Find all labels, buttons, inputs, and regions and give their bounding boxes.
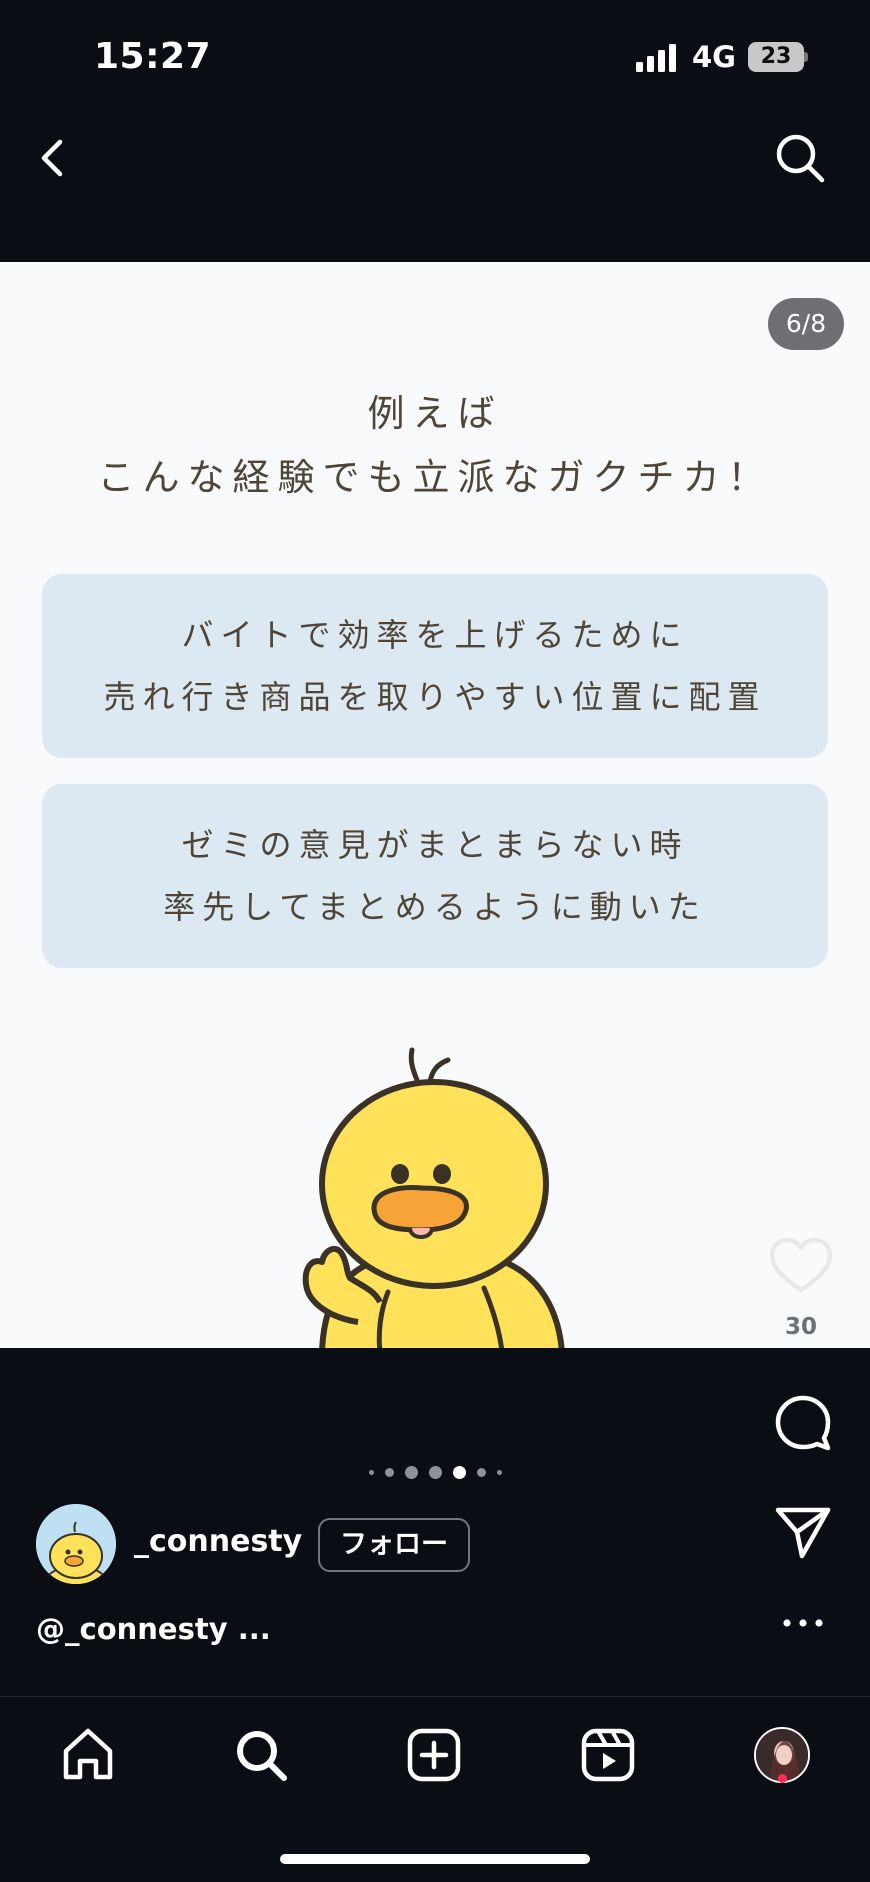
status-time: 15:27 — [94, 36, 212, 77]
example-card-line2: 売れ行き商品を取りやすい位置に配置 — [103, 678, 767, 716]
post-image[interactable]: 6/8 例えば こんな経験でも立派なガクチカ！ バイトで効率を上げるために 売れ… — [0, 262, 870, 1348]
carousel-dot — [476, 1467, 486, 1477]
home-icon[interactable] — [58, 1725, 118, 1785]
signal-icon — [636, 44, 676, 72]
heart-icon[interactable] — [768, 1236, 834, 1296]
battery-tip — [804, 52, 808, 62]
battery-icon: 23 — [748, 42, 808, 72]
follow-button[interactable]: フォロー — [318, 1518, 470, 1572]
carousel-dot — [428, 1465, 442, 1479]
example-card: ゼミの意見がまとまらない時 率先してまとめるように動いた — [42, 784, 828, 968]
post-caption[interactable]: @_connesty ... — [36, 1612, 271, 1646]
slide-title: 例えば こんな経験でも立派なガクチカ！ — [0, 382, 870, 510]
slide-title-line2: こんな経験でも立派なガクチカ！ — [97, 456, 773, 499]
carousel-dot — [384, 1467, 394, 1477]
more-horizontal-icon[interactable] — [778, 1606, 828, 1640]
example-card-line1: ゼミの意見がまとまらない時 — [181, 826, 689, 864]
create-icon[interactable] — [404, 1725, 464, 1785]
account-username[interactable]: _connesty — [134, 1524, 302, 1559]
account-avatar[interactable] — [36, 1504, 116, 1584]
chevron-left-icon[interactable] — [30, 130, 74, 186]
example-card: バイトで効率を上げるために 売れ行き商品を取りやすい位置に配置 — [42, 574, 828, 758]
network-type: 4G — [692, 40, 736, 74]
status-bar: 15:27 4G 23 — [0, 0, 870, 110]
carousel-indicator — [0, 1460, 870, 1484]
example-card-line2: 率先してまとめるように動いた — [163, 888, 707, 926]
carousel-dot — [368, 1469, 374, 1475]
search-icon[interactable] — [231, 1725, 291, 1785]
reels-icon[interactable] — [578, 1725, 638, 1785]
carousel-dot — [404, 1465, 418, 1479]
home-indicator[interactable] — [280, 1854, 590, 1864]
notification-dot — [778, 1774, 787, 1783]
paper-plane-icon[interactable] — [774, 1504, 832, 1560]
duck-illustration — [302, 1047, 565, 1348]
like-count: 30 — [784, 1314, 817, 1340]
carousel-dot-active — [452, 1465, 466, 1479]
search-icon[interactable] — [772, 130, 828, 186]
slide-title-line1: 例えば — [367, 392, 503, 435]
page-counter: 6/8 — [768, 298, 844, 350]
example-card-line1: バイトで効率を上げるために — [181, 616, 689, 654]
comment-icon[interactable] — [774, 1394, 832, 1452]
carousel-dot — [496, 1469, 502, 1475]
battery-level: 23 — [748, 42, 804, 72]
duck-avatar-icon — [36, 1504, 116, 1584]
